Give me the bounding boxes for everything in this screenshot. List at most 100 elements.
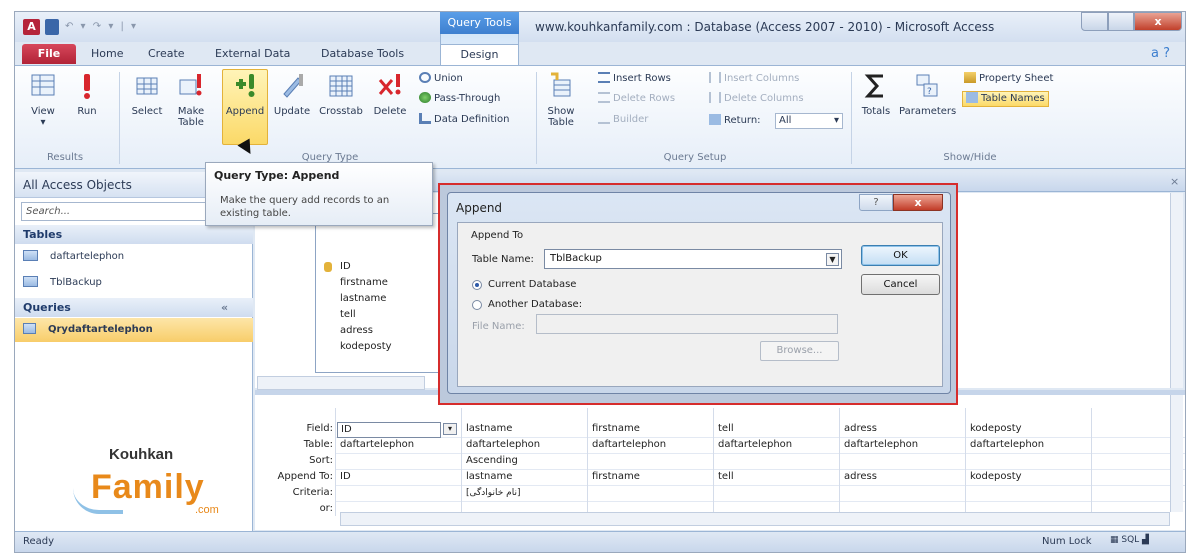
grid-line [587, 408, 588, 516]
show-table-button[interactable]: Show Table [543, 72, 579, 128]
make-table-button[interactable]: Make Table [171, 72, 211, 128]
field-list-item[interactable]: tell [340, 309, 356, 320]
view-button[interactable]: View ▾ [23, 72, 63, 128]
field-list-item[interactable]: kodeposty [340, 341, 392, 352]
grid-append-cell[interactable]: adress [841, 470, 877, 484]
grid-field-cell[interactable]: lastname [463, 422, 512, 436]
table-names-button[interactable]: Table Names [962, 91, 1049, 107]
dialog-body: Append To Table Name: TblBackup ▼ Curren… [457, 222, 943, 387]
delete-columns-button[interactable]: Delete Columns [709, 92, 804, 106]
another-database-radio[interactable] [472, 300, 482, 310]
grid-append-cell[interactable]: tell [715, 470, 734, 484]
parameters-label: Parameters [899, 106, 957, 117]
grid-field-cell[interactable]: tell [715, 422, 734, 436]
cancel-button[interactable]: Cancel [861, 274, 940, 295]
crosstab-button[interactable]: Crosstab [316, 72, 366, 117]
current-database-label[interactable]: Current Database [488, 279, 576, 290]
grid-field-cell[interactable]: kodeposty [967, 422, 1022, 436]
maximize-button[interactable] [1108, 12, 1134, 31]
grid-append-cell[interactable]: kodeposty [967, 470, 1022, 484]
make-table-icon [179, 74, 202, 96]
field-list-item[interactable]: adress [340, 325, 373, 336]
save-icon[interactable] [45, 19, 59, 35]
grid-append-cell[interactable]: lastname [463, 470, 512, 484]
data-definition-button[interactable]: Data Definition [419, 113, 509, 127]
close-window-button[interactable]: x [1134, 12, 1182, 31]
nav-item-table[interactable]: daftartelephon [23, 250, 124, 262]
chevron-down-icon[interactable]: ▼ [826, 253, 839, 266]
minimize-button[interactable] [1081, 12, 1108, 31]
return-dropdown[interactable]: All ▾ [775, 113, 843, 129]
make-table-label: Make Table [177, 106, 205, 128]
grid-sort-cell[interactable]: Ascending [463, 454, 518, 468]
delete-query-button[interactable]: Delete [369, 72, 411, 117]
grid-line [335, 501, 1185, 502]
field-list-item[interactable]: ID [340, 261, 351, 272]
field-dropdown-arrow[interactable]: ▾ [443, 423, 457, 435]
grid-field-cell[interactable]: adress [841, 422, 877, 436]
tab-external-data[interactable]: External Data [215, 47, 290, 60]
field-list-item[interactable]: lastname [340, 293, 386, 304]
upper-horizontal-scrollbar[interactable] [257, 376, 425, 390]
tab-design[interactable]: Design [440, 44, 519, 66]
grid-append-cell[interactable]: firstname [589, 470, 640, 484]
parameters-button[interactable]: ? Parameters [899, 72, 957, 117]
grid-table-cell[interactable]: daftartelephon [589, 438, 666, 452]
run-button[interactable]: Run [70, 72, 104, 117]
file-name-label: File Name: [472, 321, 525, 332]
grid-append-cell[interactable]: ID [337, 470, 351, 484]
dialog-close-button[interactable]: x [893, 194, 943, 211]
upper-vertical-scrollbar[interactable] [1170, 193, 1183, 388]
another-database-label[interactable]: Another Database: [488, 299, 582, 310]
tab-file[interactable]: File [22, 44, 76, 64]
ribbon-separator [119, 72, 120, 164]
table-name-combo[interactable]: TblBackup [544, 249, 842, 269]
append-button-content[interactable]: Append [222, 72, 268, 117]
totals-label: Totals [861, 106, 891, 117]
totals-button[interactable]: Totals [858, 72, 894, 117]
insert-columns-button[interactable]: Insert Columns [709, 72, 799, 86]
nav-title: All Access Objects [23, 178, 132, 192]
nav-item-query[interactable]: Qrydaftartelephon [23, 323, 153, 335]
undo-redo-icons[interactable]: ↶ ▾ ↷ ▾ | ▾ [65, 19, 155, 35]
nav-section-queries[interactable]: Queries « [15, 298, 253, 317]
browse-button[interactable]: Browse... [760, 341, 839, 361]
grid-vertical-scrollbar[interactable] [1170, 395, 1183, 512]
delete-rows-button[interactable]: Delete Rows [598, 92, 675, 106]
insert-rows-button[interactable]: Insert Rows [598, 72, 671, 86]
grid-field-cell[interactable]: ID [337, 422, 441, 438]
grid-field-cell[interactable]: firstname [589, 422, 640, 436]
update-button[interactable]: Update [270, 72, 314, 117]
grid-horizontal-scrollbar[interactable] [340, 512, 1170, 526]
grid-table-cell[interactable]: daftartelephon [715, 438, 792, 452]
ok-button[interactable]: OK [861, 245, 940, 266]
grid-criteria-cell[interactable]: [نام خانوادگی] [463, 486, 520, 500]
close-document-icon[interactable]: × [1170, 175, 1179, 188]
field-list-item[interactable]: firstname [340, 277, 388, 288]
nav-section-tables[interactable]: Tables [15, 225, 253, 244]
grid-table-cell[interactable]: daftartelephon [841, 438, 918, 452]
nav-item-table[interactable]: TblBackup [23, 276, 102, 288]
dialog-help-button[interactable]: ? [859, 194, 893, 211]
query-tools-label: Query Tools [440, 12, 519, 34]
property-sheet-button[interactable]: Property Sheet [964, 72, 1053, 86]
pass-through-button[interactable]: Pass-Through [419, 92, 500, 106]
grid-table-cell[interactable]: daftartelephon [967, 438, 1044, 452]
union-button[interactable]: Union [419, 72, 463, 86]
view-switcher[interactable]: ▦ SQL ▟ [1110, 535, 1180, 550]
help-icon[interactable]: a ? [1151, 46, 1170, 61]
title-bar: A ↶ ▾ ↷ ▾ | ▾ www.kouhkanfamily.com : Da… [15, 12, 1185, 42]
access-app-icon[interactable]: A [23, 19, 40, 35]
tab-home[interactable]: Home [91, 47, 123, 60]
current-database-radio[interactable] [472, 280, 482, 290]
file-name-input[interactable] [536, 314, 838, 334]
tab-database-tools[interactable]: Database Tools [321, 47, 404, 60]
table-field-list[interactable]: ID firstname lastname tell adress kodepo… [315, 213, 455, 373]
select-query-button[interactable]: Select [127, 72, 167, 117]
tooltip-title: Query Type: Append [214, 169, 340, 182]
grid-table-cell[interactable]: daftartelephon [463, 438, 540, 452]
builder-button[interactable]: Builder [598, 113, 648, 127]
show-table-icon [551, 72, 571, 97]
grid-table-cell[interactable]: daftartelephon [337, 438, 414, 452]
tab-create[interactable]: Create [148, 47, 185, 60]
